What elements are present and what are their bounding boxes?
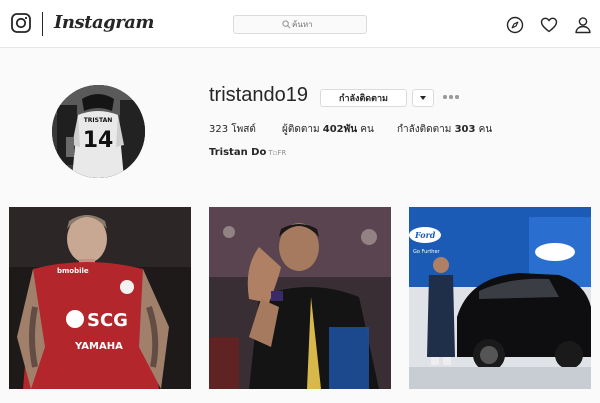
following-button[interactable]: กำลังติดตาม [320, 89, 407, 107]
full-name-text: Tristan Do [209, 147, 267, 158]
post-2-photo [209, 207, 391, 389]
profile-username: tristando19 [209, 84, 308, 106]
more-options-icon[interactable] [442, 92, 460, 102]
avatar-photo: TRISTAN 14 [52, 85, 145, 178]
heart-icon[interactable] [540, 16, 558, 34]
followers-stat[interactable]: ผู้ติดตาม 402พัน คน [282, 122, 374, 137]
instagram-camera-icon[interactable] [11, 13, 31, 33]
person-icon[interactable] [574, 16, 592, 34]
compass-icon[interactable] [506, 16, 524, 34]
following-stat[interactable]: กำลังติดตาม 303 คน [397, 122, 492, 137]
avatar-jersey-number: 14 [83, 128, 114, 153]
profile-full-name: Tristan Do T▫FR [209, 147, 286, 158]
post-3-photo: Ford Go Further [409, 207, 591, 389]
post-3-banner-brand: Ford [414, 230, 436, 240]
post-1-photo: bmobile SCG YAMAHA [9, 207, 191, 389]
post-1-sponsor-2: YAMAHA [74, 341, 123, 352]
full-name-suffix: T▫FR [268, 149, 287, 157]
posts-stat[interactable]: 323 โพสต์ [209, 122, 256, 137]
top-navigation-bar: Instagram [0, 0, 600, 48]
avatar-jersey-name: TRISTAN [84, 117, 113, 124]
post-1-top-text: bmobile [57, 267, 89, 275]
search-box[interactable] [233, 15, 367, 34]
post-3-banner-tagline: Go Further [413, 249, 441, 255]
search-input[interactable] [292, 17, 362, 32]
profile-avatar[interactable]: TRISTAN 14 [52, 85, 145, 178]
post-thumbnail-2[interactable] [209, 207, 391, 389]
post-thumbnail-1[interactable]: bmobile SCG YAMAHA [9, 207, 191, 389]
logo-divider [42, 12, 43, 36]
chevron-down-icon[interactable] [412, 89, 434, 107]
search-icon [282, 20, 291, 29]
post-thumbnail-3[interactable]: Ford Go Further [409, 207, 591, 389]
instagram-wordmark[interactable]: Instagram [54, 12, 154, 33]
post-1-sponsor: SCG [87, 310, 128, 331]
